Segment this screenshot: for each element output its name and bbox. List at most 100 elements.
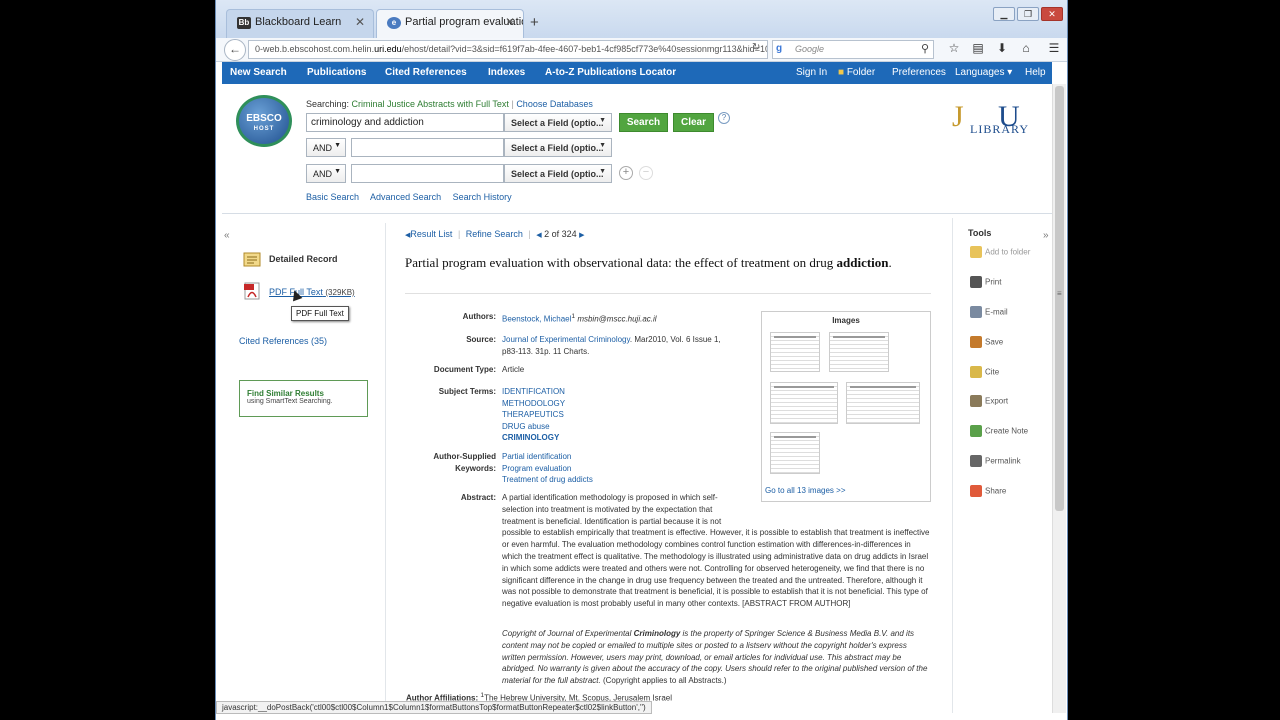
google-icon: g: [776, 43, 783, 54]
search-query-input-1[interactable]: criminology and addiction: [306, 113, 504, 132]
subject-term-link[interactable]: METHODOLOGY: [502, 398, 565, 410]
save-icon: [970, 336, 982, 348]
logo-letter-j: J: [952, 100, 964, 133]
ebscohost-logo[interactable]: EBSCO HOST: [236, 95, 292, 147]
boolean-operator-select-2[interactable]: AND ▼: [306, 138, 346, 157]
result-list-link[interactable]: Result List: [410, 229, 452, 239]
search-query-input-3[interactable]: [351, 164, 504, 183]
tools-heading: Tools: [968, 228, 992, 238]
tool-create-note[interactable]: Create Note: [970, 425, 1028, 437]
boolean-operator-select-3[interactable]: AND ▼: [306, 164, 346, 183]
refine-search-link[interactable]: Refine Search: [466, 229, 523, 239]
keyword-link[interactable]: Treatment of drug addicts: [502, 474, 593, 486]
search-icon[interactable]: ⚲: [921, 42, 929, 55]
menu-publications[interactable]: Publications: [307, 67, 366, 78]
detailed-record-label[interactable]: Detailed Record: [269, 254, 338, 264]
page-scrollbar[interactable]: ≡: [1052, 84, 1066, 713]
next-record-icon[interactable]: ▶: [579, 232, 584, 239]
search-history-link[interactable]: Search History: [453, 192, 512, 202]
subject-term-link[interactable]: THERAPEUTICS: [502, 409, 565, 421]
tool-add-to-folder[interactable]: Add to folder: [970, 246, 1030, 258]
field-select-2[interactable]: Select a Field (optio... ▼: [504, 138, 612, 157]
author-link[interactable]: Beenstock, Michael: [502, 315, 571, 324]
clear-button[interactable]: Clear: [673, 113, 714, 132]
menu-folder[interactable]: ■ Folder: [838, 67, 875, 78]
field-select-label: Select a Field (optio...: [511, 143, 604, 153]
field-select-1[interactable]: Select a Field (optio... ▼: [504, 113, 612, 132]
add-row-icon[interactable]: +: [619, 166, 633, 180]
menu-cited-references[interactable]: Cited References: [385, 67, 467, 78]
journal-link[interactable]: Journal of Experimental Criminology: [502, 335, 630, 344]
menu-help[interactable]: Help: [1025, 67, 1046, 78]
minimize-icon[interactable]: ▁: [993, 7, 1015, 21]
basic-search-link[interactable]: Basic Search: [306, 192, 359, 202]
find-similar-results-box[interactable]: Find Similar Results using SmartText Sea…: [239, 380, 368, 417]
image-thumbnail[interactable]: [770, 382, 838, 424]
subject-term-link[interactable]: CRIMINOLOGY: [502, 432, 565, 444]
home-icon[interactable]: ⌂: [1014, 41, 1038, 55]
maximize-icon[interactable]: ❐: [1017, 7, 1039, 21]
new-tab-button[interactable]: +: [530, 14, 539, 31]
tool-share[interactable]: Share: [970, 485, 1006, 497]
tool-export[interactable]: Export: [970, 395, 1008, 407]
tool-print[interactable]: Print: [970, 276, 1001, 288]
address-bar[interactable]: 0-web.b.ebscohost.com.helin.uri.edu/ehos…: [248, 40, 768, 59]
menu-indexes[interactable]: Indexes: [488, 67, 525, 78]
remove-row-icon[interactable]: −: [639, 166, 653, 180]
copyright-text: Copyright of Journal of Experimental Cri…: [502, 628, 930, 687]
close-tab-icon[interactable]: ✕: [505, 15, 515, 29]
tool-cite[interactable]: Cite: [970, 366, 999, 378]
menu-new-search[interactable]: New Search: [230, 67, 287, 78]
tool-permalink[interactable]: Permalink: [970, 455, 1021, 467]
scrollbar-grip-icon: ≡: [1057, 289, 1062, 298]
field-select-3[interactable]: Select a Field (optio... ▼: [504, 164, 612, 183]
dropdown-arrow-icon: ▼: [334, 142, 341, 149]
menu-sign-in[interactable]: Sign In: [796, 67, 827, 78]
library-logo[interactable]: J U LIBRARY: [950, 100, 1030, 138]
tab-ebsco-record[interactable]: e Partial program evaluation ... ✕: [376, 9, 524, 38]
back-arrow-icon[interactable]: ←: [224, 39, 246, 61]
browser-search-input[interactable]: g Google ⚲: [772, 40, 934, 59]
document-type-value: Article: [502, 365, 525, 374]
search-query-input-2[interactable]: [351, 138, 504, 157]
reading-list-icon[interactable]: ▤: [966, 41, 990, 55]
pdf-size: (329KB): [325, 288, 355, 297]
image-thumbnail[interactable]: [829, 332, 889, 372]
previous-record-icon[interactable]: ◀: [536, 232, 541, 239]
go-to-all-images-link[interactable]: Go to all 13 images >>: [765, 486, 846, 495]
keyword-link[interactable]: Partial identification: [502, 451, 593, 463]
url-text: 0-web.b.ebscohost.com.helin.: [255, 44, 375, 54]
close-tab-icon[interactable]: ✕: [355, 15, 365, 29]
collapse-left-icon[interactable]: «: [224, 230, 230, 241]
logo-library-text: LIBRARY: [970, 122, 1030, 136]
boolean-label: AND: [313, 169, 333, 179]
reload-icon[interactable]: ↻: [752, 42, 760, 53]
menu-languages[interactable]: Languages ▾: [955, 67, 1012, 78]
keywords-label-line1: Author-Supplied: [433, 452, 496, 461]
scrollbar-thumb[interactable]: [1055, 86, 1064, 511]
tab-blackboard[interactable]: Bb Blackboard Learn ✕: [226, 9, 374, 38]
expand-right-icon[interactable]: »: [1043, 230, 1049, 241]
advanced-search-link[interactable]: Advanced Search: [370, 192, 441, 202]
keyword-link[interactable]: Program evaluation: [502, 463, 593, 475]
bookmark-star-icon[interactable]: ☆: [942, 41, 966, 55]
image-thumbnail[interactable]: [770, 332, 820, 372]
tool-email[interactable]: E-mail: [970, 306, 1008, 318]
subject-terms-label: Subject Terms:: [438, 387, 496, 396]
close-icon[interactable]: ✕: [1041, 7, 1063, 21]
image-thumbnail[interactable]: [846, 382, 920, 424]
cited-references-link[interactable]: Cited References (35): [239, 336, 327, 346]
choose-databases-link[interactable]: Choose Databases: [516, 99, 593, 109]
image-thumbnail[interactable]: [770, 432, 820, 474]
subject-term-link[interactable]: DRUG abuse: [502, 421, 565, 433]
search-button[interactable]: Search: [619, 113, 668, 132]
download-icon[interactable]: ⬇: [990, 41, 1014, 55]
subject-term-link[interactable]: IDENTIFICATION: [502, 386, 565, 398]
pdf-full-text-link[interactable]: PDF Full Text (329KB): [269, 287, 355, 297]
menu-icon[interactable]: ☰: [1042, 41, 1066, 55]
help-icon[interactable]: ?: [718, 112, 730, 124]
tool-save[interactable]: Save: [970, 336, 1003, 348]
menu-preferences[interactable]: Preferences: [892, 67, 946, 78]
menu-az-publications[interactable]: A-to-Z Publications Locator: [545, 67, 676, 78]
tab-label: Blackboard Learn: [255, 16, 342, 28]
